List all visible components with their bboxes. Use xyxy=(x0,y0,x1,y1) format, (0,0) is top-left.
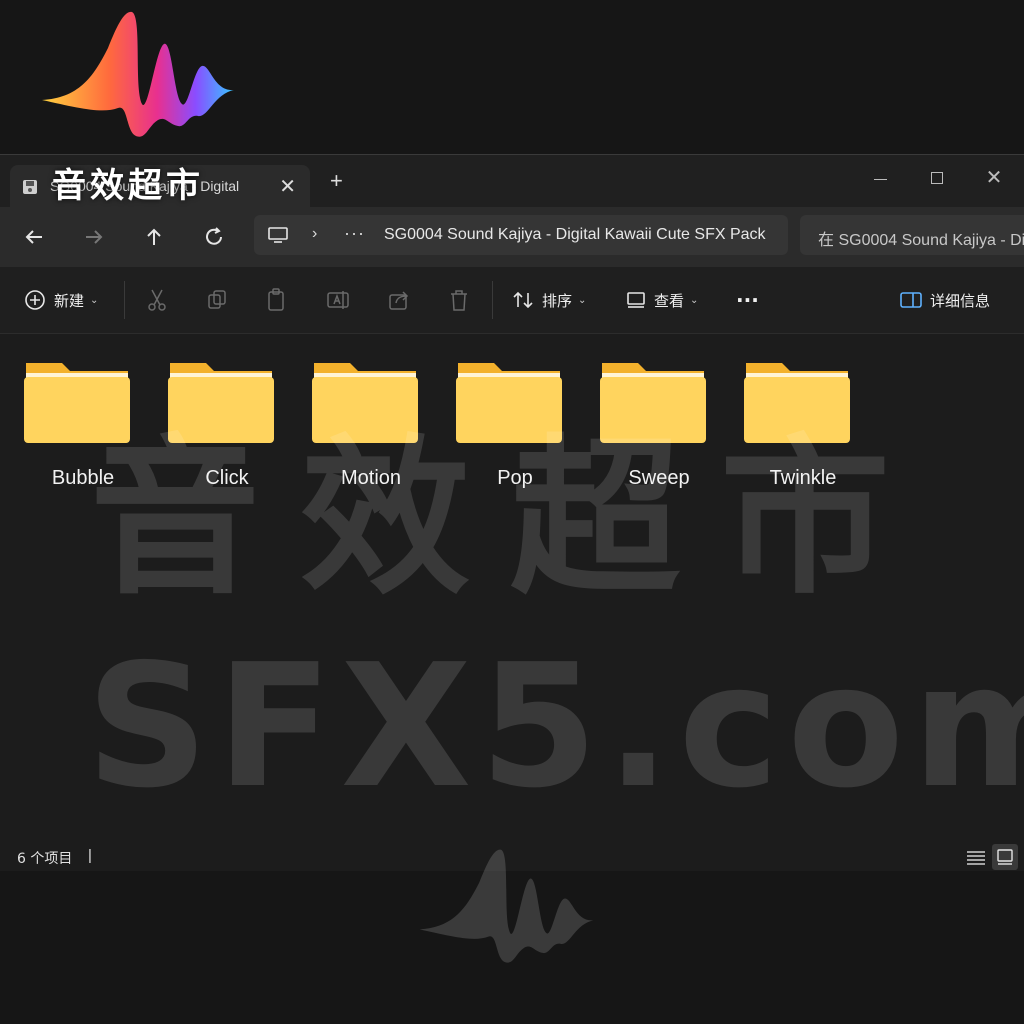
new-button[interactable]: 新建 ⌄ xyxy=(24,287,98,313)
search-box[interactable]: 在 SG0004 Sound Kajiya - Digital Kawaii C… xyxy=(800,215,1024,255)
maximize-button[interactable] xyxy=(916,163,956,193)
chevron-down-icon: ⌄ xyxy=(90,294,99,306)
brand-logo-text: 音效超市 xyxy=(52,166,204,206)
drive-icon xyxy=(23,180,37,194)
plus-circle-icon xyxy=(25,290,45,310)
folder-item[interactable]: Motion xyxy=(288,357,428,497)
sort-icon xyxy=(513,291,533,309)
chevron-right-icon[interactable]: › xyxy=(312,225,317,243)
folder-icon xyxy=(456,363,562,443)
sort-button[interactable]: 排序 ⌄ xyxy=(512,287,586,313)
details-view-icon[interactable] xyxy=(964,846,988,868)
status-caret: | xyxy=(88,847,92,864)
file-explorer-window: SG0004 Sound Kajiya - Digital ✕ + ✕ › ··… xyxy=(0,154,1024,871)
search-input[interactable]: 在 SG0004 Sound Kajiya - Digital Kawaii C… xyxy=(818,226,1024,250)
folder-item[interactable]: Click xyxy=(144,357,284,497)
tab-close-icon[interactable]: ✕ xyxy=(279,174,296,199)
folder-label: Pop xyxy=(497,467,533,489)
back-arrow-icon[interactable] xyxy=(20,223,48,251)
refresh-icon[interactable] xyxy=(200,223,228,251)
address-bar[interactable]: › ··· SG0004 Sound Kajiya - Digital Kawa… xyxy=(254,215,788,255)
breadcrumb-overflow[interactable]: ··· xyxy=(344,223,365,244)
folder-icon xyxy=(744,363,850,443)
watermark-logo xyxy=(419,849,594,963)
folder-icon xyxy=(312,363,418,443)
breadcrumb-path[interactable]: SG0004 Sound Kajiya - Digital Kawaii Cut… xyxy=(384,226,774,244)
copy-icon[interactable] xyxy=(206,287,228,313)
folder-icon xyxy=(168,363,274,443)
tiles-view-button[interactable] xyxy=(992,844,1018,870)
details-label: 详细信息 xyxy=(930,291,991,310)
sort-label: 排序 xyxy=(542,291,573,310)
details-pane-icon xyxy=(900,292,922,308)
tiles-view-icon xyxy=(997,849,1013,865)
view-icon xyxy=(627,292,645,308)
details-pane-button[interactable]: 详细信息 xyxy=(900,287,990,313)
minimize-button[interactable] xyxy=(860,163,900,193)
navigation-bar: › ··· SG0004 Sound Kajiya - Digital Kawa… xyxy=(0,207,1024,267)
folder-label: Motion xyxy=(340,467,402,489)
paste-icon[interactable] xyxy=(266,287,288,313)
folder-label: Sweep xyxy=(628,467,690,489)
folder-icon xyxy=(24,363,130,443)
toolbar-divider xyxy=(124,281,125,319)
item-count: 6 个项目 xyxy=(17,851,73,867)
file-list: Bubble Click Motion Pop Sweep Twinkle xyxy=(0,333,1024,833)
share-icon[interactable] xyxy=(388,287,410,313)
view-label: 查看 xyxy=(654,291,685,310)
command-bar: 新建 ⌄ 排序 ⌄ 查看 ⌄ ··· 详细信息 xyxy=(0,267,1024,334)
computer-icon xyxy=(268,227,288,243)
rename-icon[interactable] xyxy=(326,287,350,313)
folder-item[interactable]: Bubble xyxy=(0,357,140,497)
close-window-button[interactable]: ✕ xyxy=(974,163,1014,193)
more-options-icon: ··· xyxy=(736,288,759,312)
forward-arrow-icon[interactable] xyxy=(80,223,108,251)
more-options-button[interactable]: ··· xyxy=(736,287,759,313)
new-tab-button[interactable]: + xyxy=(330,170,343,192)
folder-label: Bubble xyxy=(51,467,115,489)
cut-icon[interactable] xyxy=(146,287,168,313)
chevron-down-icon: ⌄ xyxy=(690,294,699,306)
chevron-down-icon: ⌄ xyxy=(578,294,587,306)
brand-logo xyxy=(42,11,234,137)
folder-item[interactable]: Twinkle xyxy=(720,357,860,497)
new-button-label: 新建 xyxy=(54,291,85,310)
folder-icon xyxy=(600,363,706,443)
folder-label: Click xyxy=(205,467,249,489)
trash-icon[interactable] xyxy=(448,287,470,313)
folder-item[interactable]: Sweep xyxy=(576,357,716,497)
folder-label: Twinkle xyxy=(769,467,837,489)
toolbar-divider xyxy=(492,281,493,319)
folder-item[interactable]: Pop xyxy=(432,357,572,497)
view-button[interactable]: 查看 ⌄ xyxy=(626,287,698,313)
up-arrow-icon[interactable] xyxy=(140,223,168,251)
